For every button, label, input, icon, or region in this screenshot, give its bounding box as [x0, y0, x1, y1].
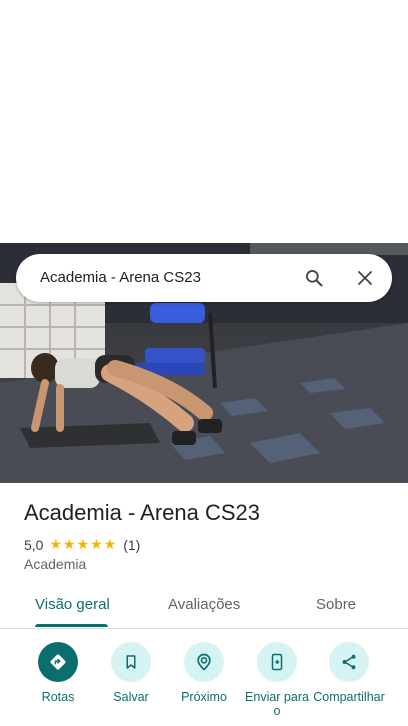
tab-reviews[interactable]: Avaliações: [168, 596, 240, 613]
share-button[interactable]: Compartilhar: [313, 642, 385, 704]
tab-about[interactable]: Sobre: [316, 596, 356, 613]
review-count[interactable]: (1): [123, 537, 140, 553]
search-input[interactable]: Academia - Arena CS23: [40, 269, 201, 286]
active-tab-indicator: [35, 624, 108, 627]
tab-bar: Visão geral Avaliações Sobre: [0, 586, 408, 629]
close-icon[interactable]: [351, 264, 379, 292]
place-category: Academia: [24, 556, 87, 572]
share-icon: [329, 642, 369, 682]
send-to-phone-button[interactable]: Enviar para o: [241, 642, 313, 718]
send-to-phone-label: Enviar para o: [245, 690, 309, 718]
save-label: Salvar: [113, 690, 149, 704]
rating-row[interactable]: 5,0 ★★★★★ (1): [24, 536, 140, 553]
star-rating: ★★★★★: [49, 536, 118, 552]
rating-value: 5,0: [24, 536, 44, 553]
search-icon[interactable]: [300, 264, 328, 292]
nearby-label: Próximo: [181, 690, 227, 704]
send-to-phone-icon: [257, 642, 297, 682]
nearby-button[interactable]: Próximo: [168, 642, 240, 704]
nearby-icon: [184, 642, 224, 682]
save-button[interactable]: Salvar: [95, 642, 167, 704]
bookmark-icon: [111, 642, 151, 682]
tab-overview[interactable]: Visão geral: [35, 596, 110, 613]
directions-label: Rotas: [41, 690, 75, 704]
share-label: Compartilhar: [313, 690, 385, 704]
directions-icon: [38, 642, 78, 682]
directions-button[interactable]: Rotas: [22, 642, 94, 704]
action-row: Rotas Salvar Próximo Enviar para o Compa…: [0, 642, 408, 726]
place-title: Academia - Arena CS23: [24, 500, 261, 525]
search-bar[interactable]: Academia - Arena CS23: [16, 254, 392, 302]
